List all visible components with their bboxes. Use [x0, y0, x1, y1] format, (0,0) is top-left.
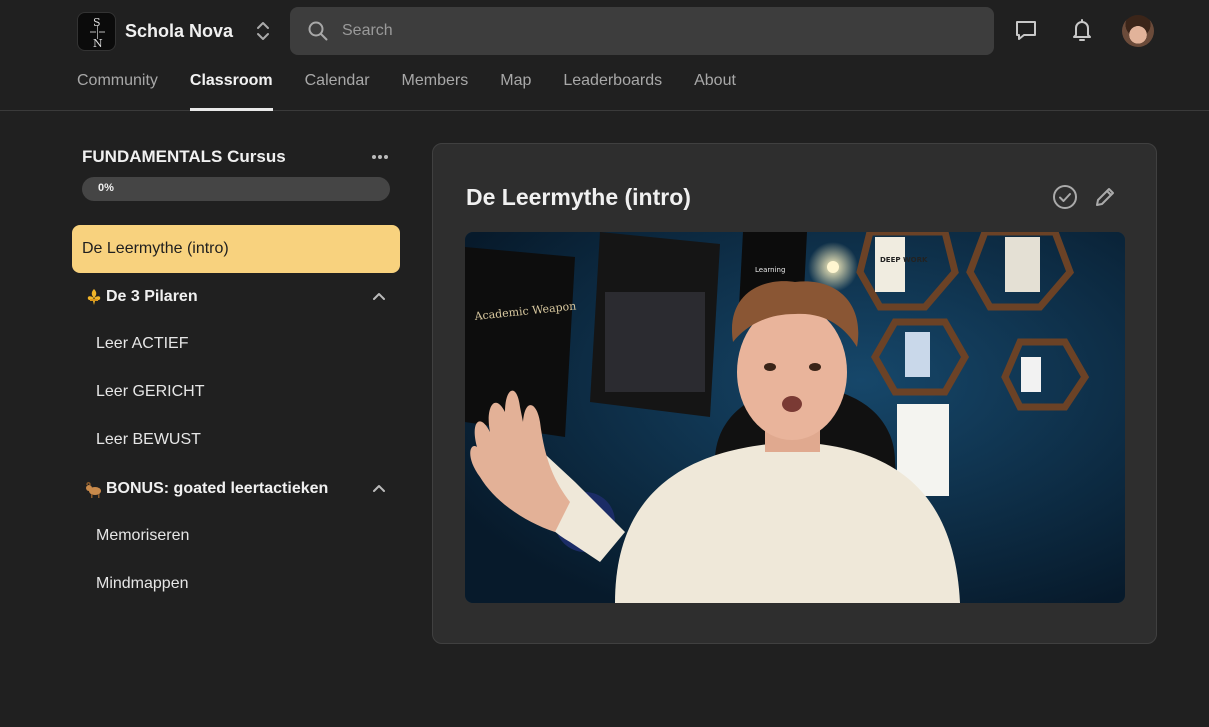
- bell-icon[interactable]: [1069, 17, 1095, 43]
- search-bar[interactable]: [290, 7, 994, 55]
- video-player[interactable]: Academic Weapon Learning DEEP WORK 10: [465, 232, 1125, 603]
- switcher-icon[interactable]: [255, 19, 271, 43]
- tab-map[interactable]: Map: [500, 72, 531, 111]
- chevron-up-icon[interactable]: [372, 482, 386, 496]
- top-header: S N Schola Nova Community Classroom Ca: [0, 0, 1209, 111]
- lesson-item[interactable]: Leer BEWUST: [72, 416, 400, 464]
- more-icon[interactable]: [370, 150, 390, 164]
- logo-letter-n: N: [93, 36, 103, 50]
- lesson-item[interactable]: Leer GERICHT: [72, 368, 400, 416]
- course-progress-bar: 0%: [82, 177, 390, 201]
- brand-logo[interactable]: S N: [77, 11, 116, 51]
- course-title: FUNDAMENTALS Cursus: [82, 147, 286, 166]
- chevron-up-icon[interactable]: [372, 290, 386, 304]
- search-input[interactable]: [342, 22, 942, 40]
- search-icon: [308, 21, 328, 41]
- check-circle-icon[interactable]: [1052, 184, 1078, 210]
- lesson-title: De Leermythe (intro): [466, 184, 691, 210]
- lesson-card: De Leermythe (intro) Academic Weapon Lea…: [432, 143, 1157, 644]
- lesson-item[interactable]: Memoriseren: [72, 512, 400, 560]
- progress-label: 0%: [98, 182, 114, 194]
- book-text: DEEP WORK: [880, 256, 928, 264]
- section-label: BONUS: goated leertactieken: [106, 480, 329, 497]
- tab-community[interactable]: Community: [77, 72, 158, 111]
- tab-calendar[interactable]: Calendar: [305, 72, 370, 111]
- section-header[interactable]: BONUS: goated leertactieken: [72, 465, 400, 513]
- user-avatar[interactable]: [1122, 15, 1154, 47]
- brand[interactable]: S N Schola Nova: [77, 11, 271, 51]
- main-tabs: Community Classroom Calendar Members Map…: [77, 72, 768, 111]
- chat-icon[interactable]: [1013, 17, 1039, 43]
- lesson-item-active[interactable]: De Leermythe (intro): [72, 225, 400, 273]
- lesson-item[interactable]: Leer ACTIEF: [72, 320, 400, 368]
- brand-name[interactable]: Schola Nova: [125, 21, 233, 42]
- section-header[interactable]: De 3 Pilaren: [72, 273, 400, 321]
- video-thumbnail: Academic Weapon Learning DEEP WORK 10: [465, 232, 1125, 603]
- fleur-de-lis-icon: [87, 289, 101, 305]
- tab-members[interactable]: Members: [402, 72, 469, 111]
- goat-icon: [86, 482, 101, 498]
- poster-caption: Learning: [755, 266, 785, 274]
- section-label: De 3 Pilaren: [106, 288, 198, 305]
- tab-classroom[interactable]: Classroom: [189, 72, 273, 111]
- tab-about[interactable]: About: [694, 72, 736, 111]
- pencil-icon[interactable]: [1093, 185, 1117, 209]
- lesson-item[interactable]: Mindmappen: [72, 560, 400, 608]
- tab-leaderboards[interactable]: Leaderboards: [563, 72, 662, 111]
